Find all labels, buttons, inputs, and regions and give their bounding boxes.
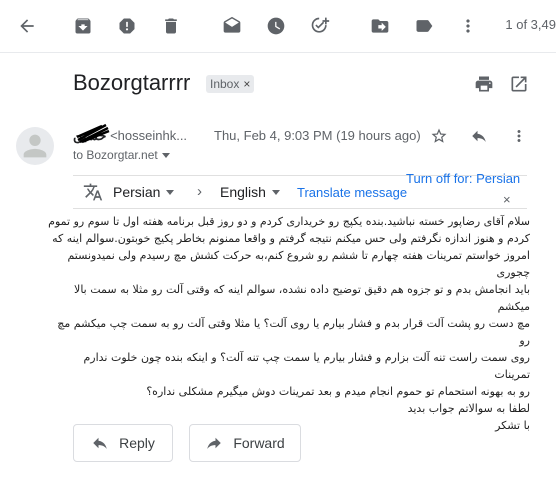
recipients-line[interactable]: to Bozorgtar.net — [73, 148, 170, 162]
body-line: امروز خواستم تمرینات هفته چهارم تا ششم ر… — [67, 249, 530, 279]
chevron-down-icon — [166, 189, 175, 195]
remove-label-icon[interactable]: × — [243, 77, 250, 91]
translate-icon — [83, 182, 103, 202]
delete-icon[interactable] — [158, 13, 184, 39]
translate-message-link[interactable]: Translate message — [297, 185, 407, 200]
recipient-text: to Bozorgtar.net — [73, 148, 158, 162]
reply-icon — [93, 437, 107, 449]
back-arrow-icon[interactable] — [14, 13, 40, 39]
body-line: روی سمت راست تنه آلت بزارم و فشار بیارم … — [83, 351, 530, 381]
sender-avatar[interactable] — [16, 127, 54, 165]
label-icon[interactable] — [411, 13, 437, 39]
body-line: سلام آقای رضاپور خسته نباشید.بنده یکپج ر… — [48, 215, 530, 228]
pagination-count: 1 of 3,49 — [505, 17, 556, 32]
forward-icon — [207, 437, 222, 449]
email-body: سلام آقای رضاپور خسته نباشید.بنده یکپج ر… — [46, 213, 530, 434]
turn-off-translation-link[interactable]: Turn off for: Persian — [406, 171, 520, 186]
translate-bar: Persian › English Translate message Turn… — [73, 171, 527, 209]
redaction-scribble — [76, 123, 110, 144]
body-line: رو به بهونه استحمام تو حموم انجام میدم و… — [146, 385, 530, 398]
close-translate-icon[interactable]: × — [503, 192, 511, 207]
body-line: مچ دست رو پشت آلت قرار بدم و فشار بیارم … — [57, 317, 530, 347]
archive-icon[interactable] — [70, 13, 96, 39]
source-language-select[interactable]: Persian — [113, 184, 175, 200]
toolbar: 1 of 3,49 — [0, 0, 556, 52]
add-task-icon[interactable] — [307, 13, 333, 39]
chevron-right-icon: › — [197, 183, 202, 200]
target-language-label: English — [220, 184, 266, 200]
body-line: باید انجامش بدم و تو جزوه هم دقیق توضیح … — [74, 283, 530, 313]
inbox-label-chip: Inbox × — [206, 75, 255, 93]
chevron-down-icon — [271, 189, 280, 195]
reply-icon[interactable] — [468, 125, 490, 147]
report-spam-icon[interactable] — [114, 13, 140, 39]
target-language-select[interactable]: English — [220, 184, 280, 200]
reply-label: Reply — [119, 435, 155, 451]
more-vert-icon[interactable] — [455, 13, 481, 39]
reply-button[interactable]: Reply — [73, 424, 173, 462]
email-date: Thu, Feb 4, 9:03 PM (19 hours ago) — [214, 128, 421, 143]
source-language-label: Persian — [113, 184, 161, 200]
forward-button[interactable]: Forward — [189, 424, 301, 462]
email-subject: Bozorgtarrrr — [73, 70, 191, 95]
star-icon[interactable] — [428, 125, 450, 147]
open-in-new-window-icon[interactable] — [507, 72, 531, 96]
snooze-icon[interactable] — [263, 13, 289, 39]
toolbar-divider — [0, 52, 556, 53]
move-to-icon[interactable] — [367, 13, 393, 39]
label-text: Inbox — [210, 77, 240, 91]
body-line: لطفا به سوالاتم جواب بدید — [407, 402, 530, 415]
chevron-down-icon[interactable] — [161, 152, 170, 158]
sender-email: <hosseinhk... — [110, 128, 188, 143]
body-line: کردم و هنوز اندازه نگرفتم ولی حس میکنم ن… — [52, 232, 530, 245]
forward-label: Forward — [233, 435, 285, 451]
message-more-icon[interactable] — [508, 125, 530, 147]
print-icon[interactable] — [472, 72, 496, 96]
mark-unread-icon[interactable] — [219, 13, 245, 39]
